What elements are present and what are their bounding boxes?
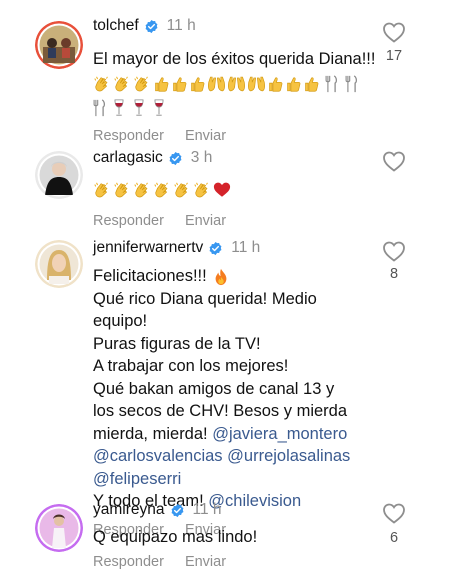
send-button[interactable]: Enviar	[185, 128, 226, 144]
avatar[interactable]	[35, 504, 83, 552]
like-heart-icon[interactable]	[382, 240, 406, 262]
emoji-row	[93, 98, 378, 120]
avatar[interactable]	[35, 151, 83, 199]
wine-glass-icon	[113, 99, 125, 117]
timestamp: 3 h	[190, 149, 213, 166]
like-heart-icon[interactable]	[382, 21, 406, 43]
fork-and-knife-icon	[93, 99, 106, 117]
raising-hands-icon	[207, 75, 226, 93]
avatar-image-icon	[35, 151, 83, 199]
red-heart-icon	[213, 181, 231, 198]
raising-hands-icon	[247, 75, 266, 93]
fork-and-knife-icon	[325, 75, 338, 93]
verified-badge-icon	[170, 503, 185, 518]
clapping-hands-icon	[153, 181, 171, 199]
comment-line: Qué rico Diana querida! Medio	[93, 289, 317, 308]
reply-button[interactable]: Responder	[93, 554, 164, 570]
thumbs-up-icon	[267, 75, 284, 93]
fire-icon	[214, 268, 228, 286]
send-button[interactable]: Enviar	[185, 554, 226, 570]
wine-glass-icon	[153, 99, 165, 117]
mention-link[interactable]: @urrejolasalinas	[227, 447, 350, 465]
clapping-hands-icon	[133, 75, 151, 93]
raising-hands-icon	[227, 75, 246, 93]
avatar-image-icon	[35, 21, 83, 69]
thumbs-up-icon	[189, 75, 206, 93]
fork-and-knife-icon	[345, 75, 358, 93]
emoji-row	[93, 179, 378, 201]
comment-line: Felicitaciones!!!	[93, 267, 212, 285]
comment-actions: Responder Enviar	[93, 128, 378, 144]
mention-link[interactable]: @felipeserri	[93, 470, 181, 488]
like-heart-icon[interactable]	[382, 502, 406, 524]
clapping-hands-icon	[113, 75, 131, 93]
comment-line: Puras figuras de la TV!	[93, 334, 261, 353]
comment-text: El mayor de los éxitos querida Diana!!!	[93, 50, 376, 68]
clapping-hands-icon	[173, 181, 191, 199]
clapping-hands-icon	[133, 181, 151, 199]
clapping-hands-icon	[193, 181, 211, 199]
wine-glass-icon	[133, 99, 145, 117]
thumbs-up-icon	[171, 75, 188, 93]
thumbs-up-icon	[285, 75, 302, 93]
send-button[interactable]: Enviar	[185, 213, 226, 229]
comment-line: los secos de CHV! Besos y mierda	[93, 402, 348, 420]
verified-badge-icon	[208, 241, 223, 256]
like-count: 8	[389, 266, 399, 282]
username[interactable]: carlagasic	[93, 148, 163, 168]
thumbs-up-icon	[303, 75, 320, 93]
like-heart-icon[interactable]	[382, 150, 406, 172]
timestamp: 11 h	[166, 17, 196, 34]
reply-button[interactable]: Responder	[93, 128, 164, 144]
like-count: 17	[385, 48, 403, 64]
username[interactable]: tolchef	[93, 16, 139, 36]
avatar[interactable]	[35, 21, 83, 69]
verified-badge-icon	[144, 19, 159, 34]
clapping-hands-icon	[93, 75, 111, 93]
mention-link[interactable]: @carlosvalencias	[93, 447, 223, 465]
avatar[interactable]	[35, 240, 83, 288]
comment-line: equipo!	[93, 312, 148, 330]
emoji-row	[93, 74, 378, 96]
comment-line: A trabajar con los mejores!	[93, 357, 289, 375]
comment-text: Felicitaciones!!! Qué rico Diana querida…	[93, 265, 378, 513]
clapping-hands-icon	[113, 181, 131, 199]
reply-button[interactable]: Responder	[93, 213, 164, 229]
verified-badge-icon	[168, 151, 183, 166]
comment-line: mierda, mierda!	[93, 424, 213, 443]
comment-actions: Responder Enviar	[93, 554, 378, 570]
username[interactable]: jenniferwarnertv	[93, 238, 203, 258]
mention-link[interactable]: @javiera_montero	[212, 425, 347, 443]
avatar-image-icon	[35, 240, 83, 288]
comment-line: Qué bakan amigos de canal 13 y	[93, 379, 335, 398]
avatar-image-icon	[35, 504, 83, 552]
username[interactable]: yamireyna	[93, 500, 165, 520]
timestamp: 11 h	[231, 239, 261, 256]
timestamp: 11 h	[192, 501, 222, 518]
comment-actions: Responder Enviar	[93, 213, 378, 229]
clapping-hands-icon	[93, 181, 111, 199]
comment-text: Q equipazo mas lindo!	[93, 528, 258, 546]
like-count: 6	[389, 530, 399, 546]
thumbs-up-icon	[153, 75, 170, 93]
